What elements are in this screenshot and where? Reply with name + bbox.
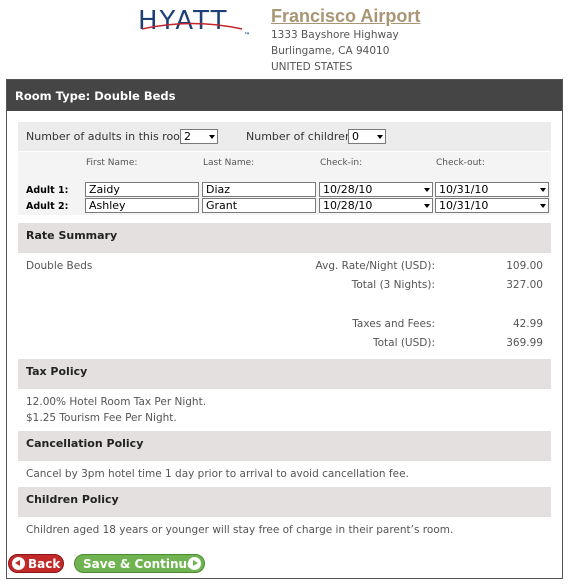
guest-details: First Name: Last Name: Check-in: Check-o… — [18, 152, 551, 215]
tax-policy-line-1: 12.00% Hotel Room Tax Per Night. — [26, 396, 207, 408]
adults-select-value: 2 — [184, 130, 191, 143]
rate-room-name: Double Beds — [26, 260, 93, 272]
first-name-header: First Name: — [86, 158, 138, 168]
hyatt-logo[interactable]: HYATT ™ — [138, 6, 260, 40]
checkin-header: Check-in: — [320, 158, 363, 168]
adult-1-checkout-value: 10/31/10 — [439, 183, 489, 196]
children-policy-text: Children aged 18 years or younger will s… — [26, 524, 454, 536]
children-select-value: 0 — [352, 130, 359, 143]
adult-1-first-name-input[interactable]: Zaidy — [85, 182, 199, 197]
adult-1-checkin-value: 10/28/10 — [323, 183, 373, 196]
adult-2-last-name-input[interactable]: Grant — [202, 198, 316, 213]
save-continue-label: Save & Continue — [83, 557, 196, 571]
children-select[interactable]: 0 — [348, 129, 386, 144]
occupancy-bar: Number of adults in this room: 2 Number … — [18, 122, 551, 151]
reservation-panel: Room Type: Double Beds Number of adults … — [6, 79, 563, 579]
total-usd-value: 369.99 — [506, 337, 543, 349]
children-policy-heading: Children Policy — [18, 487, 551, 517]
room-type-title: Room Type: Double Beds — [7, 80, 562, 111]
last-name-header: Last Name: — [203, 158, 255, 168]
adults-select[interactable]: 2 — [180, 129, 218, 144]
adult-2-label: Adult 2: — [26, 201, 69, 212]
taxes-value: 42.99 — [512, 318, 543, 330]
forward-arrow-icon — [188, 557, 201, 570]
tax-policy-heading: Tax Policy — [18, 359, 551, 389]
adult-2-checkin-value: 10/28/10 — [323, 199, 373, 212]
chevron-down-icon — [424, 188, 430, 192]
adult-2-checkout-select[interactable]: 10/31/10 — [435, 198, 549, 213]
chevron-down-icon — [377, 135, 383, 139]
adult-1-label: Adult 1: — [26, 185, 69, 196]
total-usd-label: Total (USD): — [372, 337, 435, 349]
cancellation-policy-text: Cancel by 3pm hotel time 1 day prior to … — [26, 468, 409, 480]
adult-1-checkout-select[interactable]: 10/31/10 — [435, 182, 549, 197]
avg-rate-label: Avg. Rate/Night (USD): — [315, 260, 435, 272]
total-nights-value: 327.00 — [506, 279, 543, 291]
back-button-label: Back — [28, 557, 61, 571]
address-line-3: UNITED STATES — [271, 61, 353, 73]
adult-1-checkin-select[interactable]: 10/28/10 — [319, 182, 433, 197]
children-label: Number of children: — [246, 130, 356, 143]
avg-rate-value: 109.00 — [506, 260, 543, 272]
page-header: HYATT ™ Francisco Airport 1333 Bayshore … — [0, 0, 569, 78]
chevron-down-icon — [424, 204, 430, 208]
checkout-header: Check-out: — [436, 158, 485, 168]
back-button[interactable]: Back — [8, 554, 64, 573]
adult-2-checkout-value: 10/31/10 — [439, 199, 489, 212]
adult-1-last-name-input[interactable]: Diaz — [202, 182, 316, 197]
cancellation-policy-heading: Cancellation Policy — [18, 431, 551, 461]
logo-swoosh-icon — [141, 22, 243, 30]
total-nights-label: Total (3 Nights): — [351, 279, 435, 291]
logo-trademark: ™ — [244, 32, 250, 39]
chevron-down-icon — [540, 204, 546, 208]
taxes-label: Taxes and Fees: — [352, 318, 435, 330]
rate-summary-heading: Rate Summary — [18, 223, 551, 253]
chevron-down-icon — [209, 135, 215, 139]
save-continue-button[interactable]: Save & Continue — [74, 554, 205, 573]
address-line-1: 1333 Bayshore Highway — [271, 29, 399, 41]
address-line-2: Burlingame, CA 94010 — [271, 45, 390, 57]
hotel-name-link[interactable]: Francisco Airport — [271, 6, 420, 27]
tax-policy-line-2: $1.25 Tourism Fee Per Night. — [26, 412, 177, 424]
back-arrow-icon — [12, 557, 25, 570]
adults-label: Number of adults in this room: — [26, 130, 195, 143]
adult-2-first-name-input[interactable]: Ashley — [85, 198, 199, 213]
adult-2-checkin-select[interactable]: 10/28/10 — [319, 198, 433, 213]
chevron-down-icon — [540, 188, 546, 192]
